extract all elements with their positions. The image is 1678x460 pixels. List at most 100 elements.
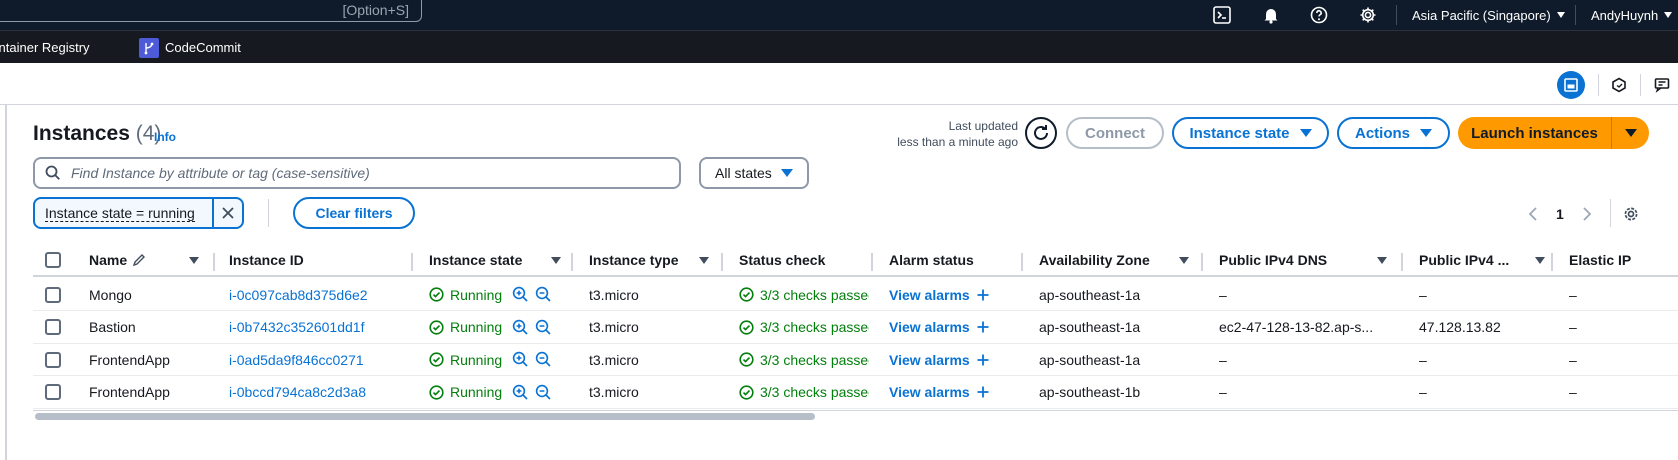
column-resizer[interactable]: [571, 253, 573, 271]
column-header-name[interactable]: Name: [89, 245, 199, 275]
row-select-cell: [45, 279, 65, 310]
view-alarms-link[interactable]: View alarms: [889, 384, 970, 400]
instance-state-button[interactable]: Instance state: [1172, 117, 1329, 149]
state-indicator: Running: [429, 287, 502, 303]
launch-instances-button[interactable]: Launch instances: [1458, 117, 1612, 149]
table-row[interactable]: Mongo i-0c097cab8d375d6e2 Running t3.mic…: [33, 279, 1678, 311]
table-row[interactable]: FrontendApp i-0bccd794ca8c2d3a8 Running …: [33, 377, 1678, 409]
column-header-instance-type[interactable]: Instance type: [589, 245, 709, 275]
global-search-input[interactable]: [Option+S]: [0, 0, 422, 22]
column-header-availability-zone[interactable]: Availability Zone: [1039, 245, 1189, 275]
favorite-ecr[interactable]: Elastic Container Registry: [0, 31, 90, 64]
elastic-ip: –: [1569, 319, 1577, 335]
view-alarms-link[interactable]: View alarms: [889, 319, 970, 335]
column-header-instance-id[interactable]: Instance ID: [229, 245, 399, 275]
row-select-cell: [45, 377, 65, 408]
split-panel-icon[interactable]: [1557, 71, 1585, 99]
connect-button[interactable]: Connect: [1066, 117, 1164, 149]
select-all-checkbox[interactable]: [45, 252, 61, 268]
column-resizer[interactable]: [1021, 253, 1023, 271]
availability-zone: ap-southeast-1a: [1039, 286, 1141, 303]
table-row[interactable]: FrontendApp i-0ad5da9f846cc0271 Running …: [33, 344, 1678, 376]
instance-id-link[interactable]: i-0bccd794ca8c2d3a8: [229, 377, 409, 408]
help-icon[interactable]: [1306, 0, 1332, 30]
column-header-public-ipv4-dns[interactable]: Public IPv4 DNS: [1219, 245, 1387, 275]
codecommit-icon: [139, 37, 159, 58]
pagination-divider: [1610, 199, 1611, 227]
column-resizer[interactable]: [1551, 253, 1553, 271]
favorite-label: CodeCommit: [165, 40, 241, 55]
view-alarms-link[interactable]: View alarms: [889, 352, 970, 368]
filter-token: Instance state = running: [33, 197, 244, 229]
favorite-label: Elastic Container Registry: [0, 40, 90, 55]
status-check-indicator: 3/3 checks passed: [739, 352, 869, 368]
view-alarms-link[interactable]: View alarms: [889, 287, 970, 303]
launch-instances-dropdown[interactable]: [1612, 117, 1649, 149]
column-resizer[interactable]: [871, 253, 873, 271]
instance-state-text: Running: [450, 384, 503, 400]
column-resizer[interactable]: [1401, 253, 1403, 271]
column-resizer[interactable]: [411, 253, 413, 271]
refresh-button[interactable]: [1025, 117, 1057, 149]
info-link[interactable]: Info: [154, 130, 176, 144]
column-resizer[interactable]: [213, 253, 215, 271]
row-checkbox[interactable]: [45, 286, 61, 303]
horizontal-scrollbar[interactable]: [33, 410, 1678, 420]
status-check-cell: 3/3 checks passed: [739, 279, 869, 310]
user-menu[interactable]: AndyHuynh: [1591, 0, 1673, 30]
row-checkbox[interactable]: [45, 319, 61, 335]
region-selector[interactable]: Asia Pacific (Singapore): [1412, 0, 1565, 30]
instance-state-cell: Running: [429, 279, 574, 310]
clear-filters-button[interactable]: Clear filters: [293, 197, 415, 229]
column-label: Public IPv4 ...: [1419, 252, 1510, 268]
states-select-value: All states: [715, 165, 772, 181]
search-icon: [45, 165, 60, 180]
sort-caret-icon: [1535, 256, 1545, 264]
instance-id-link[interactable]: i-0c097cab8d375d6e2: [229, 279, 409, 310]
sort-caret-icon: [1377, 256, 1387, 264]
chevron-down-icon: [1556, 12, 1565, 18]
zoom-in-icon: [512, 286, 528, 302]
page-number[interactable]: 1: [1556, 206, 1564, 222]
remove-filter-button[interactable]: [212, 199, 242, 227]
row-checkbox[interactable]: [45, 384, 61, 400]
public-ipv4-dns: –: [1219, 384, 1227, 400]
chevron-down-icon: [1664, 12, 1673, 18]
feedback-icon[interactable]: [1648, 71, 1676, 99]
search-shortcut-hint: [Option+S]: [342, 2, 409, 18]
column-header-alarm-status[interactable]: Alarm status: [889, 245, 1009, 275]
alarm-status-cell: View alarms: [889, 279, 1019, 310]
plus-icon: [977, 354, 989, 365]
actions-button-label: Actions: [1354, 124, 1410, 142]
instance-id-link[interactable]: i-0ad5da9f846cc0271: [229, 344, 409, 375]
column-resizer[interactable]: [721, 253, 723, 271]
column-resizer[interactable]: [1201, 253, 1203, 271]
filter-token-label[interactable]: Instance state = running: [35, 205, 212, 222]
table-preferences-button[interactable]: [1622, 205, 1640, 223]
running-check-icon: [429, 352, 444, 367]
instance-state-text: Running: [450, 286, 503, 303]
scrollbar-thumb[interactable]: [35, 413, 815, 420]
status-check-cell: 3/3 checks passed: [739, 312, 869, 343]
cube-icon[interactable]: [1605, 71, 1633, 99]
column-header-public-ipv4[interactable]: Public IPv4 ...: [1419, 245, 1545, 275]
table-row[interactable]: Bastion i-0b7432c352601dd1f Running t3.m…: [33, 312, 1678, 344]
status-check-cell: 3/3 checks passed: [739, 377, 869, 408]
instance-search-input[interactable]: [71, 165, 651, 181]
page-title: Instances (4): [33, 122, 161, 146]
row-checkbox[interactable]: [45, 351, 61, 368]
cloudshell-icon[interactable]: [1209, 0, 1235, 30]
instance-id-link[interactable]: i-0b7432c352601dd1f: [229, 312, 409, 343]
favorite-codecommit[interactable]: CodeCommit: [139, 31, 241, 64]
column-label: Instance type: [589, 252, 679, 268]
settings-gear-icon[interactable]: [1355, 0, 1381, 30]
elastic-ip: –: [1569, 286, 1577, 303]
column-header-instance-state[interactable]: Instance state: [429, 245, 561, 275]
actions-button[interactable]: Actions: [1337, 117, 1450, 149]
column-header-elastic-ip[interactable]: Elastic IP: [1569, 245, 1669, 275]
zoom-in-icon: [512, 319, 528, 335]
column-header-status-check[interactable]: Status check: [739, 245, 869, 275]
states-select[interactable]: All states: [699, 157, 809, 189]
alarm-status-cell: View alarms: [889, 377, 1019, 408]
notifications-bell-icon[interactable]: [1258, 0, 1284, 30]
